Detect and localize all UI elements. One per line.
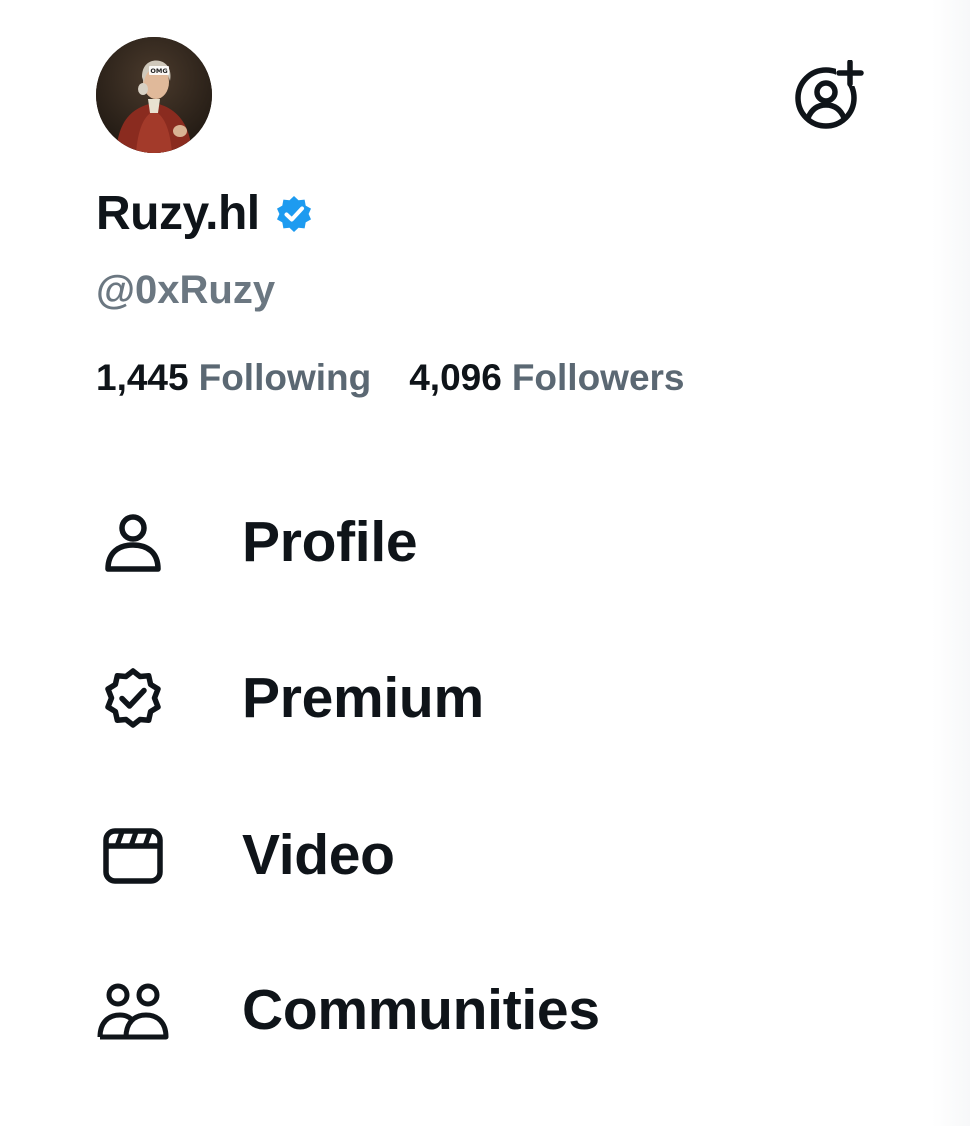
display-name-row: Ruzy.hl (96, 184, 314, 244)
nav-item-profile[interactable]: Profile (96, 492, 876, 592)
add-account-button[interactable] (792, 59, 864, 132)
profile-handle: @0xRuzy (96, 268, 276, 312)
nav-item-video[interactable]: Video (96, 805, 876, 905)
following-count: 1,445 (96, 357, 189, 398)
premium-badge-icon (96, 661, 170, 735)
followers-count: 4,096 (409, 357, 502, 398)
nav-item-premium[interactable]: Premium (96, 648, 876, 748)
nav-label-communities: Communities (242, 978, 600, 1042)
display-name[interactable]: Ruzy.hl (96, 184, 260, 244)
following-label: Following (198, 357, 372, 398)
video-icon (96, 818, 170, 892)
avatar[interactable]: OMG (96, 37, 212, 153)
nav-label-profile: Profile (242, 510, 418, 574)
person-icon (96, 505, 170, 579)
followers-label: Followers (511, 357, 685, 398)
following-link[interactable]: 1,445 Following (96, 350, 371, 406)
avatar-sign-text: OMG (150, 67, 167, 75)
nav-label-premium: Premium (242, 666, 484, 730)
nav-label-video: Video (242, 823, 395, 887)
nav-item-communities[interactable]: Communities (96, 960, 876, 1060)
add-account-icon (795, 59, 864, 129)
communities-icon (96, 973, 170, 1047)
right-edge-shade (932, 0, 970, 1126)
followers-link[interactable]: 4,096 Followers (409, 350, 684, 406)
avatar-portrait: OMG (96, 37, 212, 153)
verified-badge-icon (276, 196, 311, 232)
follow-stats: 1,445 Following 4,096 Followers (96, 350, 685, 406)
